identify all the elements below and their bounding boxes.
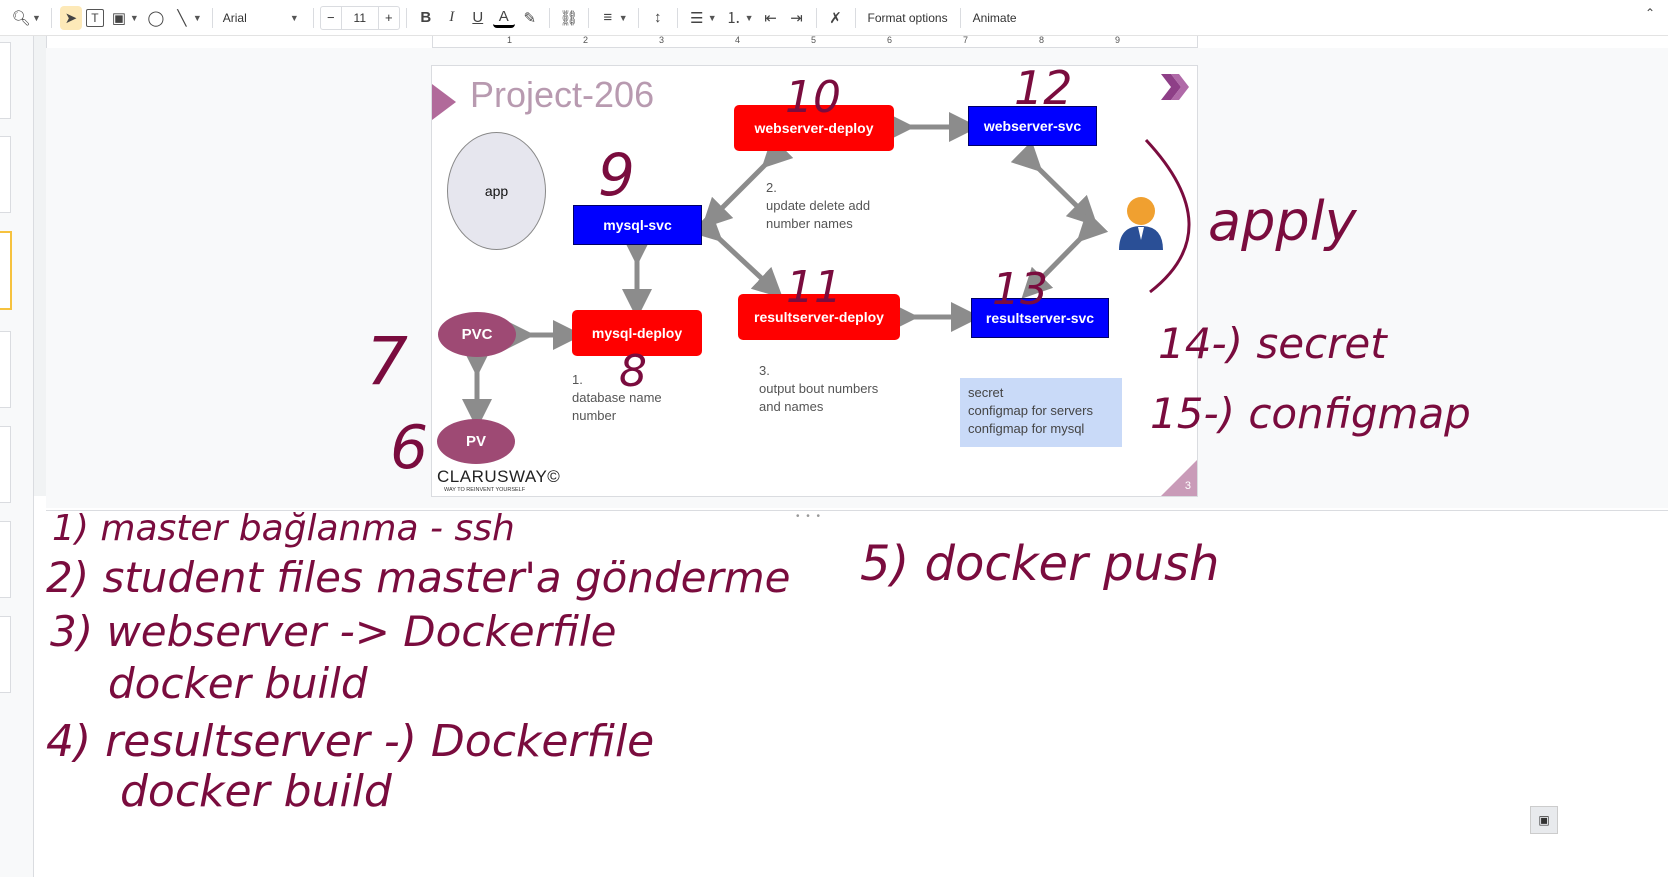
ink-apply: apply [1208,190,1358,253]
ink-line1: 1) master bağlanma - ssh [52,508,515,549]
ink-number-10: 10 [785,72,841,123]
ink-secret: 14-) secret [1158,319,1388,368]
ink-line4b: docker build [120,766,393,817]
ink-line2: 2) student files master'a gönderme [46,553,790,602]
expand-icon[interactable]: ▣ [1530,806,1558,834]
ink-line4: 4) resultserver -) Dockerfile [46,716,654,767]
ink-line3: 3) webserver -> Dockerfile [50,607,617,656]
ink-number-11: 11 [786,262,842,313]
ink-line5: 5) docker push [860,536,1219,592]
ink-number-13: 13 [992,264,1048,315]
ink-number-8: 8 [619,346,647,397]
ink-overlay: 9 10 11 12 13 7 8 6 apply 14-) secret 15… [46,61,1471,817]
ink-line3b: docker build [108,659,368,708]
ink-number-7: 7 [366,323,408,400]
ink-number-6: 6 [390,413,428,483]
ink-configmap: 15-) configmap [1150,389,1471,438]
ink-number-12: 12 [1014,61,1073,115]
ink-number-9: 9 [598,141,635,209]
ink-apply-bracket [1144,138,1191,294]
